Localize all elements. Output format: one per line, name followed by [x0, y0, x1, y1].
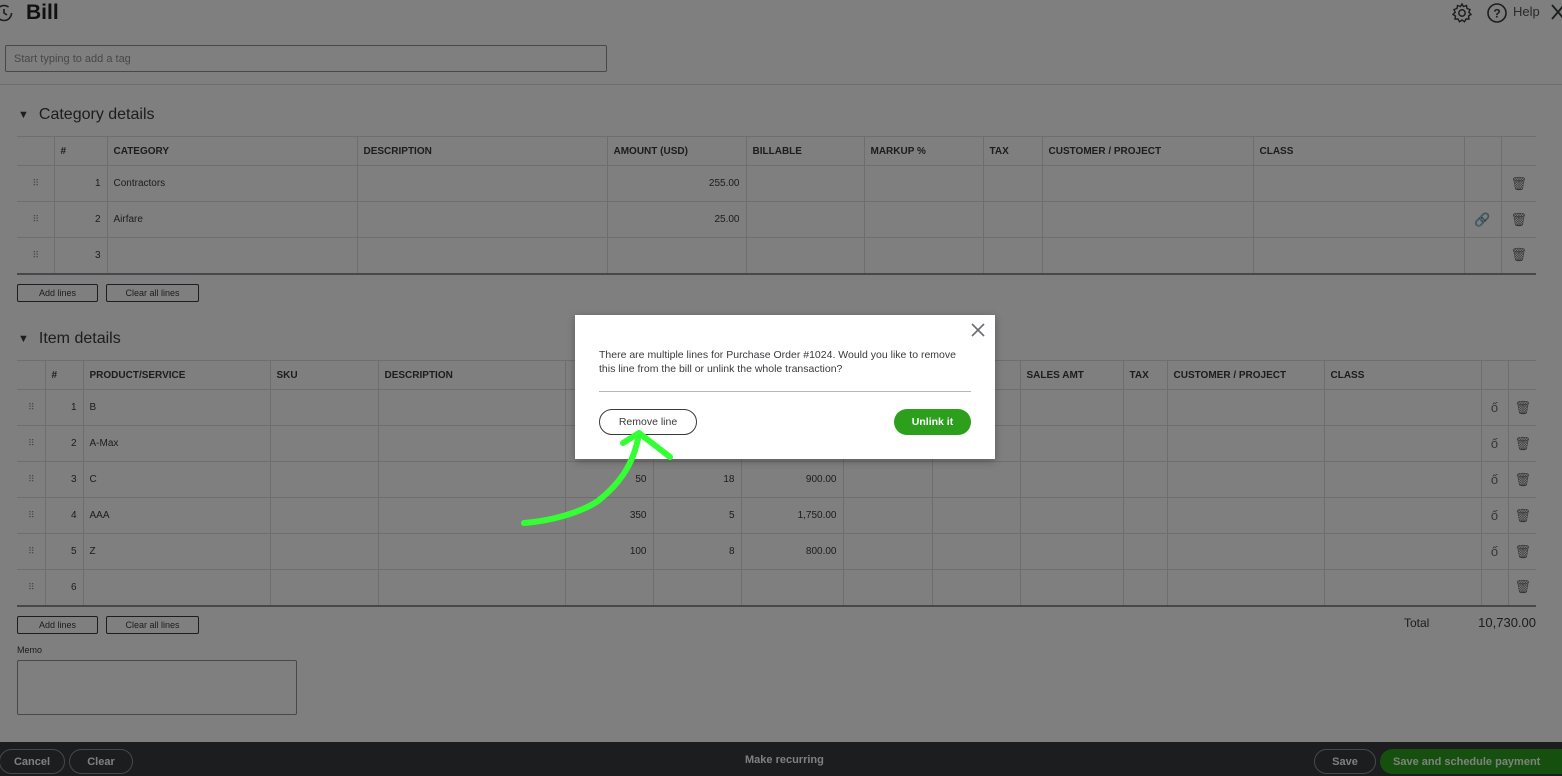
dialog-divider: [599, 391, 971, 392]
close-icon[interactable]: [969, 321, 987, 339]
annotation-arrow-icon: [521, 430, 673, 526]
unlink-it-button[interactable]: Unlink it: [894, 409, 971, 435]
dialog-message: There are multiple lines for Purchase Or…: [599, 349, 956, 375]
